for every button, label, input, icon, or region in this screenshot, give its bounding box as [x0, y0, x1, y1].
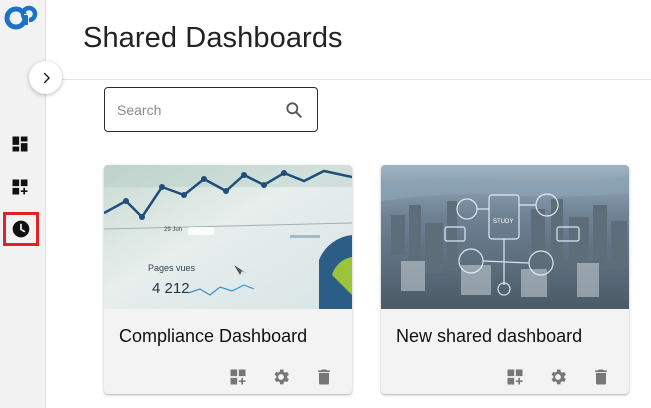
search-icon[interactable] — [284, 100, 304, 120]
page-title: Shared Dashboards — [83, 22, 343, 54]
thumb-pageviews-label: Pages vues — [148, 263, 196, 273]
dashboard-add-icon — [12, 179, 28, 195]
sidebar-item-add-dashboard[interactable] — [6, 173, 34, 201]
dashboard-add-icon — [507, 369, 523, 385]
card-thumbnail: 29 Jun Pages vues 4 212 — [104, 165, 352, 309]
settings-icon — [551, 369, 566, 385]
dashboard-add-icon — [230, 369, 246, 385]
clock-icon — [12, 220, 30, 238]
sidebar-item-dashboards[interactable] — [6, 130, 34, 158]
openmind-logo[interactable] — [3, 3, 41, 33]
app-root: Shared Dashboards Search 29 Jun Pages vu… — [0, 0, 651, 408]
dashboard-card[interactable]: 29 Jun Pages vues 4 212 Compliance Dashb… — [104, 165, 352, 394]
add-to-dashboard-button[interactable] — [503, 365, 527, 389]
card-actions — [226, 365, 336, 389]
sidebar-expand-button[interactable] — [29, 61, 62, 94]
card-thumbnail: STUDY — [381, 165, 629, 309]
search-box[interactable] — [104, 87, 318, 132]
settings-button[interactable] — [269, 365, 293, 389]
card-actions — [503, 365, 613, 389]
settings-icon — [274, 369, 289, 385]
page-header: Shared Dashboards — [46, 0, 651, 80]
card-title: Compliance Dashboard — [119, 326, 308, 346]
card-title: New shared dashboard — [396, 326, 583, 346]
delete-button[interactable] — [312, 365, 336, 389]
thumb-study-label: STUDY — [493, 219, 513, 225]
dashboard-card[interactable]: STUDY New shared dashboard — [381, 165, 629, 394]
delete-icon — [595, 369, 607, 385]
search-input[interactable] — [117, 99, 277, 121]
add-to-dashboard-button[interactable] — [226, 365, 250, 389]
chevron-right-icon — [43, 72, 50, 83]
delete-icon — [318, 369, 330, 385]
dashboard-icon — [12, 136, 28, 152]
thumb-pageviews-value: 4 212 — [152, 280, 190, 297]
settings-button[interactable] — [546, 365, 570, 389]
delete-button[interactable] — [589, 365, 613, 389]
thumb-date-label: 29 Jun — [164, 227, 182, 233]
sidebar-item-history[interactable] — [3, 212, 39, 246]
